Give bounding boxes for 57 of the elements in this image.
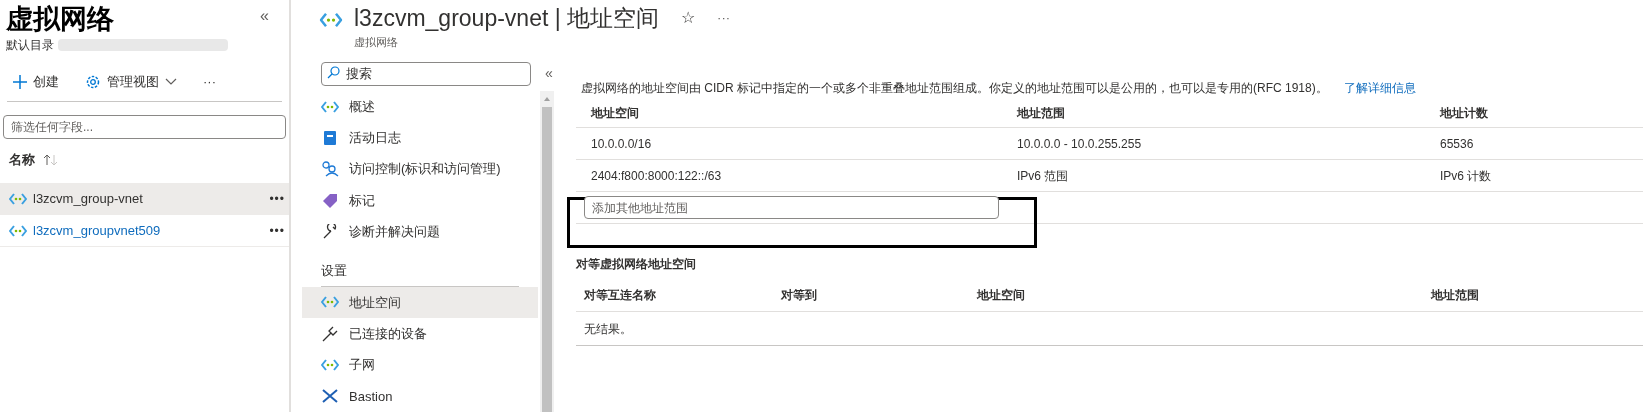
table-cell-text: 10.0.0.0/16 (591, 135, 653, 153)
book-icon (323, 129, 337, 146)
resource-row[interactable]: l3zcvm_group-vnet ••• (0, 183, 289, 215)
toolbar-button[interactable]: 管理视图 (79, 71, 183, 92)
page-title: 虚拟网络 (6, 3, 115, 36)
sort-icon[interactable] (43, 154, 59, 166)
directory-label: 默认目录 (6, 37, 54, 54)
scrollbar[interactable] (540, 91, 554, 412)
column-header: 地址计数 (1440, 104, 1489, 122)
more-button[interactable]: ••• (269, 221, 285, 240)
table-cell-text: 65536 (1440, 135, 1475, 153)
table-cell-text: 2404:f800:8000:122::/63 (591, 167, 723, 185)
chevron-down-icon (165, 77, 177, 86)
plus-icon (13, 74, 27, 89)
learn-more-link[interactable]: 了解详细信息 (1343, 79, 1416, 97)
column-header: 对等互连名称 (584, 286, 657, 304)
nav-item[interactable]: 地址空间 (302, 286, 538, 319)
crossed-arrows-icon (321, 389, 339, 404)
column-header: 地址空间 (591, 104, 640, 122)
column-header: 地址空间 (977, 286, 1026, 304)
column-header: 名称 (9, 151, 35, 170)
section-title: 对等虚拟网络地址空间 (576, 256, 697, 273)
page-title: l3zcvm_group-vnet | 地址空间 (354, 4, 660, 33)
network-icon (321, 100, 339, 113)
toolbar-button[interactable]: 创建 (7, 71, 65, 92)
favorite-button[interactable]: ☆ (681, 6, 696, 30)
section-header: 设置 (321, 261, 347, 280)
filter-field[interactable]: 筛选任何字段... (3, 115, 286, 139)
more-button[interactable]: ··· (717, 8, 731, 28)
settings-icon (85, 73, 101, 90)
network-icon (9, 192, 27, 205)
collapse-button[interactable]: « (545, 62, 553, 84)
resource-link[interactable]: l3zcvm_groupvnet509 (33, 220, 270, 241)
more-button[interactable]: ••• (269, 189, 285, 208)
tag-icon (322, 192, 338, 209)
search-icon (327, 66, 340, 79)
description-text: 虚拟网络的地址空间由 CIDR 标记中指定的一个或多个非重叠地址范围组成。你定义的地址范围可以是公用的，也可以是专用的(RFC 1918)。 (581, 80, 1328, 97)
network-icon (321, 359, 339, 372)
people-icon (321, 161, 339, 178)
table-cell-text: IPv6 计数 (1440, 167, 1493, 185)
collapse-button[interactable]: « (260, 4, 269, 28)
column-header: 地址范围 (1017, 104, 1066, 122)
more-button[interactable]: ··· (197, 71, 222, 92)
column-header: 地址范围 (1431, 286, 1480, 304)
network-icon (9, 224, 27, 237)
scrollbar-thumb[interactable] (542, 107, 552, 412)
network-icon (321, 296, 339, 309)
column-header: 对等到 (781, 286, 818, 304)
search-field[interactable]: 搜索 (321, 61, 531, 86)
empty-message: 无结果。 (584, 320, 632, 338)
input-field[interactable]: 添加其他地址范围 (584, 196, 999, 219)
scroll-up-icon[interactable] (543, 95, 551, 103)
resource-link[interactable]: l3zcvm_group-vnet (33, 188, 270, 209)
table-cell-text: IPv6 范围 (1017, 167, 1070, 185)
table-cell-text: 10.0.0.0 - 10.0.255.255 (1017, 135, 1143, 153)
resource-type: 虚拟网络 (354, 35, 399, 50)
network-icon (319, 12, 343, 28)
